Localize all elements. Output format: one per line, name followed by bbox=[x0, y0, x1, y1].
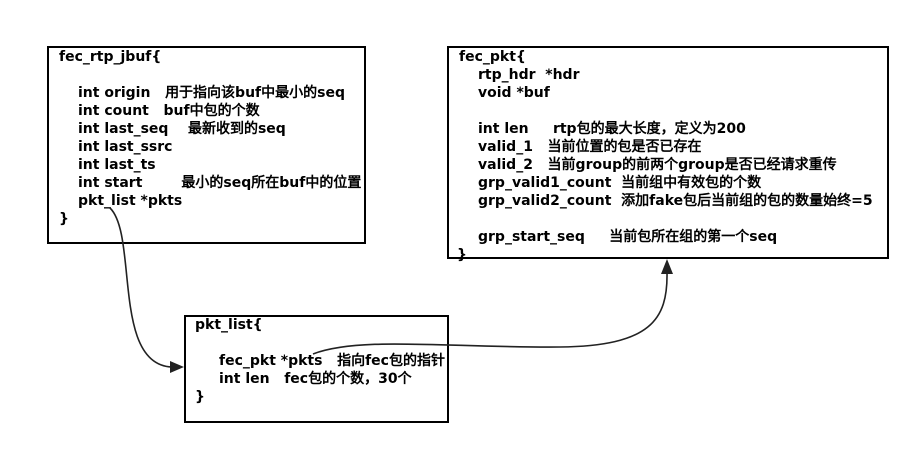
fec-pkt-field-len: int len rtp包的最大长度，定义为200 bbox=[478, 121, 746, 137]
fec-pkt-field-grp-start-seq: grp_start_seq 当前包所在组的第一个seq bbox=[478, 229, 778, 245]
fec-pkt-close-brace: } bbox=[457, 247, 467, 263]
fec-rtp-jbuf-field-origin: int origin 用于指向该buf中最小的seq bbox=[78, 85, 345, 101]
fec-pkt-field-hdr: rtp_hdr *hdr bbox=[478, 67, 580, 83]
pkt-list-header: pkt_list{ bbox=[195, 317, 263, 333]
fec-pkt-field-grp-valid2-count: grp_valid2_count 添加fake包后当前组的包的数量始终=5 bbox=[478, 193, 873, 209]
fec-rtp-jbuf-field-count: int count buf中包的个数 bbox=[78, 103, 260, 119]
fec-rtp-jbuf-field-last-ts: int last_ts bbox=[78, 157, 156, 173]
pkt-list-field-pkts: fec_pkt *pkts 指向fec包的指针 bbox=[219, 353, 445, 369]
fec-pkt-field-valid-1: valid_1 当前位置的包是否已存在 bbox=[478, 139, 702, 155]
fec-pkt-field-buf: void *buf bbox=[478, 85, 550, 101]
arrowhead-fec-pkt bbox=[661, 259, 673, 274]
fec-pkt-field-grp-valid1-count: grp_valid1_count 当前组中有效包的个数 bbox=[478, 175, 762, 191]
fec-pkt-field-valid-2: valid_2 当前group的前两个group是否已经请求重传 bbox=[478, 157, 837, 173]
fec-rtp-jbuf-field-start: int start 最小的seq所在buf中的位置 bbox=[78, 175, 362, 191]
fec-rtp-jbuf-header: fec_rtp_jbuf{ bbox=[59, 49, 162, 65]
arrowhead-pkt-list bbox=[170, 361, 184, 373]
fec-rtp-jbuf-field-pkts: pkt_list *pkts bbox=[78, 193, 183, 209]
fec-rtp-jbuf-field-last-seq: int last_seq 最新收到的seq bbox=[78, 121, 286, 137]
fec-rtp-jbuf-close-brace: } bbox=[59, 211, 69, 227]
fec-pkt-header: fec_pkt{ bbox=[459, 49, 526, 65]
pkt-list-close-brace: } bbox=[195, 389, 205, 405]
fec-rtp-jbuf-field-last-ssrc: int last_ssrc bbox=[78, 139, 173, 155]
pkt-list-field-len: int len fec包的个数，30个 bbox=[219, 371, 412, 387]
